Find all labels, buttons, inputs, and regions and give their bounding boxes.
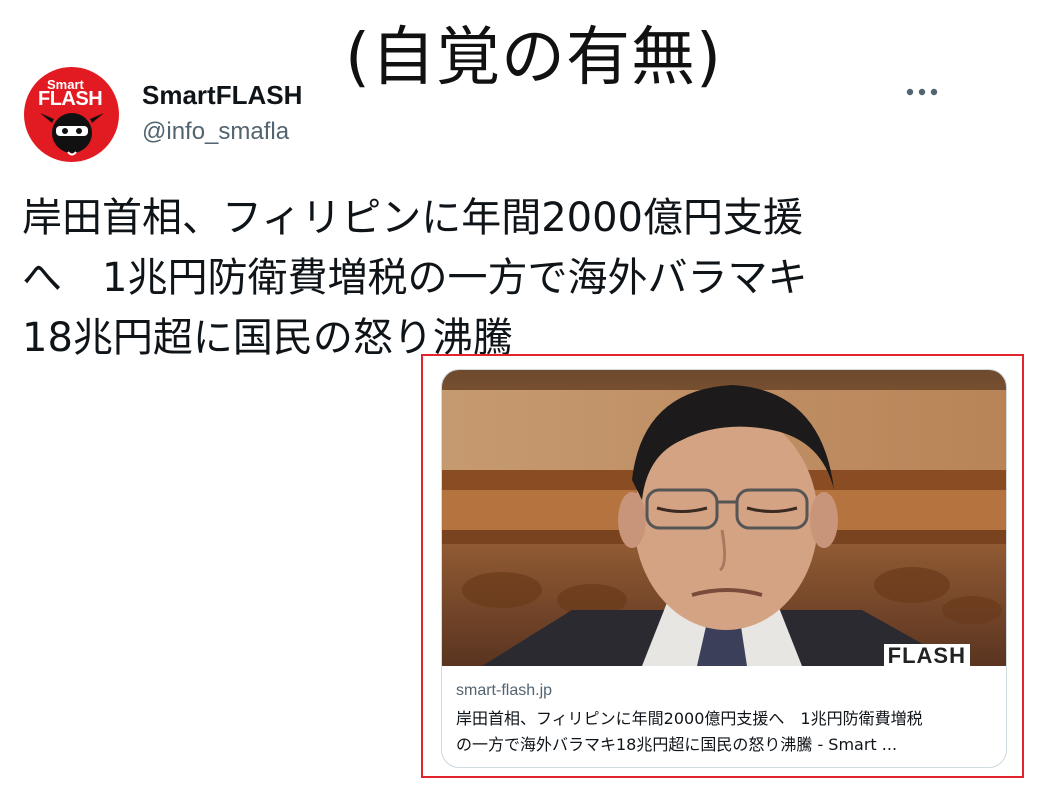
link-preview-card[interactable]: FLASH smart-flash.jp 岸田首相、フィリピンに年間2000億円…	[441, 369, 1007, 768]
card-photo-illustration	[442, 370, 1006, 666]
avatar[interactable]: Smart FLASH	[24, 67, 119, 162]
author-name[interactable]: SmartFLASH	[142, 80, 302, 111]
author-handle[interactable]: @info_smafla	[142, 118, 289, 146]
overlay-caption: (自覚の有無)	[345, 21, 722, 95]
ninja-mascot-icon	[40, 113, 104, 156]
card-title-line-2: の一方で海外バラマキ18兆円超に国民の怒り沸騰 - Smart ...	[456, 735, 898, 754]
card-image[interactable]: FLASH	[442, 370, 1006, 667]
more-options-button[interactable]	[900, 70, 944, 114]
card-image-watermark: FLASH	[883, 644, 970, 667]
card-domain: smart-flash.jp	[456, 682, 553, 699]
card-title-line-1: 岸田首相、フィリピンに年間2000億円支援へ 1兆円防衛費増税	[456, 709, 923, 728]
card-meta[interactable]: smart-flash.jp 岸田首相、フィリピンに年間2000億円支援へ 1兆…	[456, 680, 996, 758]
more-horizontal-icon	[906, 88, 938, 96]
card-title: 岸田首相、フィリピンに年間2000億円支援へ 1兆円防衛費増税 の一方で海外バラ…	[456, 706, 996, 758]
tweet-text: 岸田首相、フィリピンに年間2000億円支援 へ 1兆円防衛費増税の一方で海外バラ…	[22, 195, 808, 361]
